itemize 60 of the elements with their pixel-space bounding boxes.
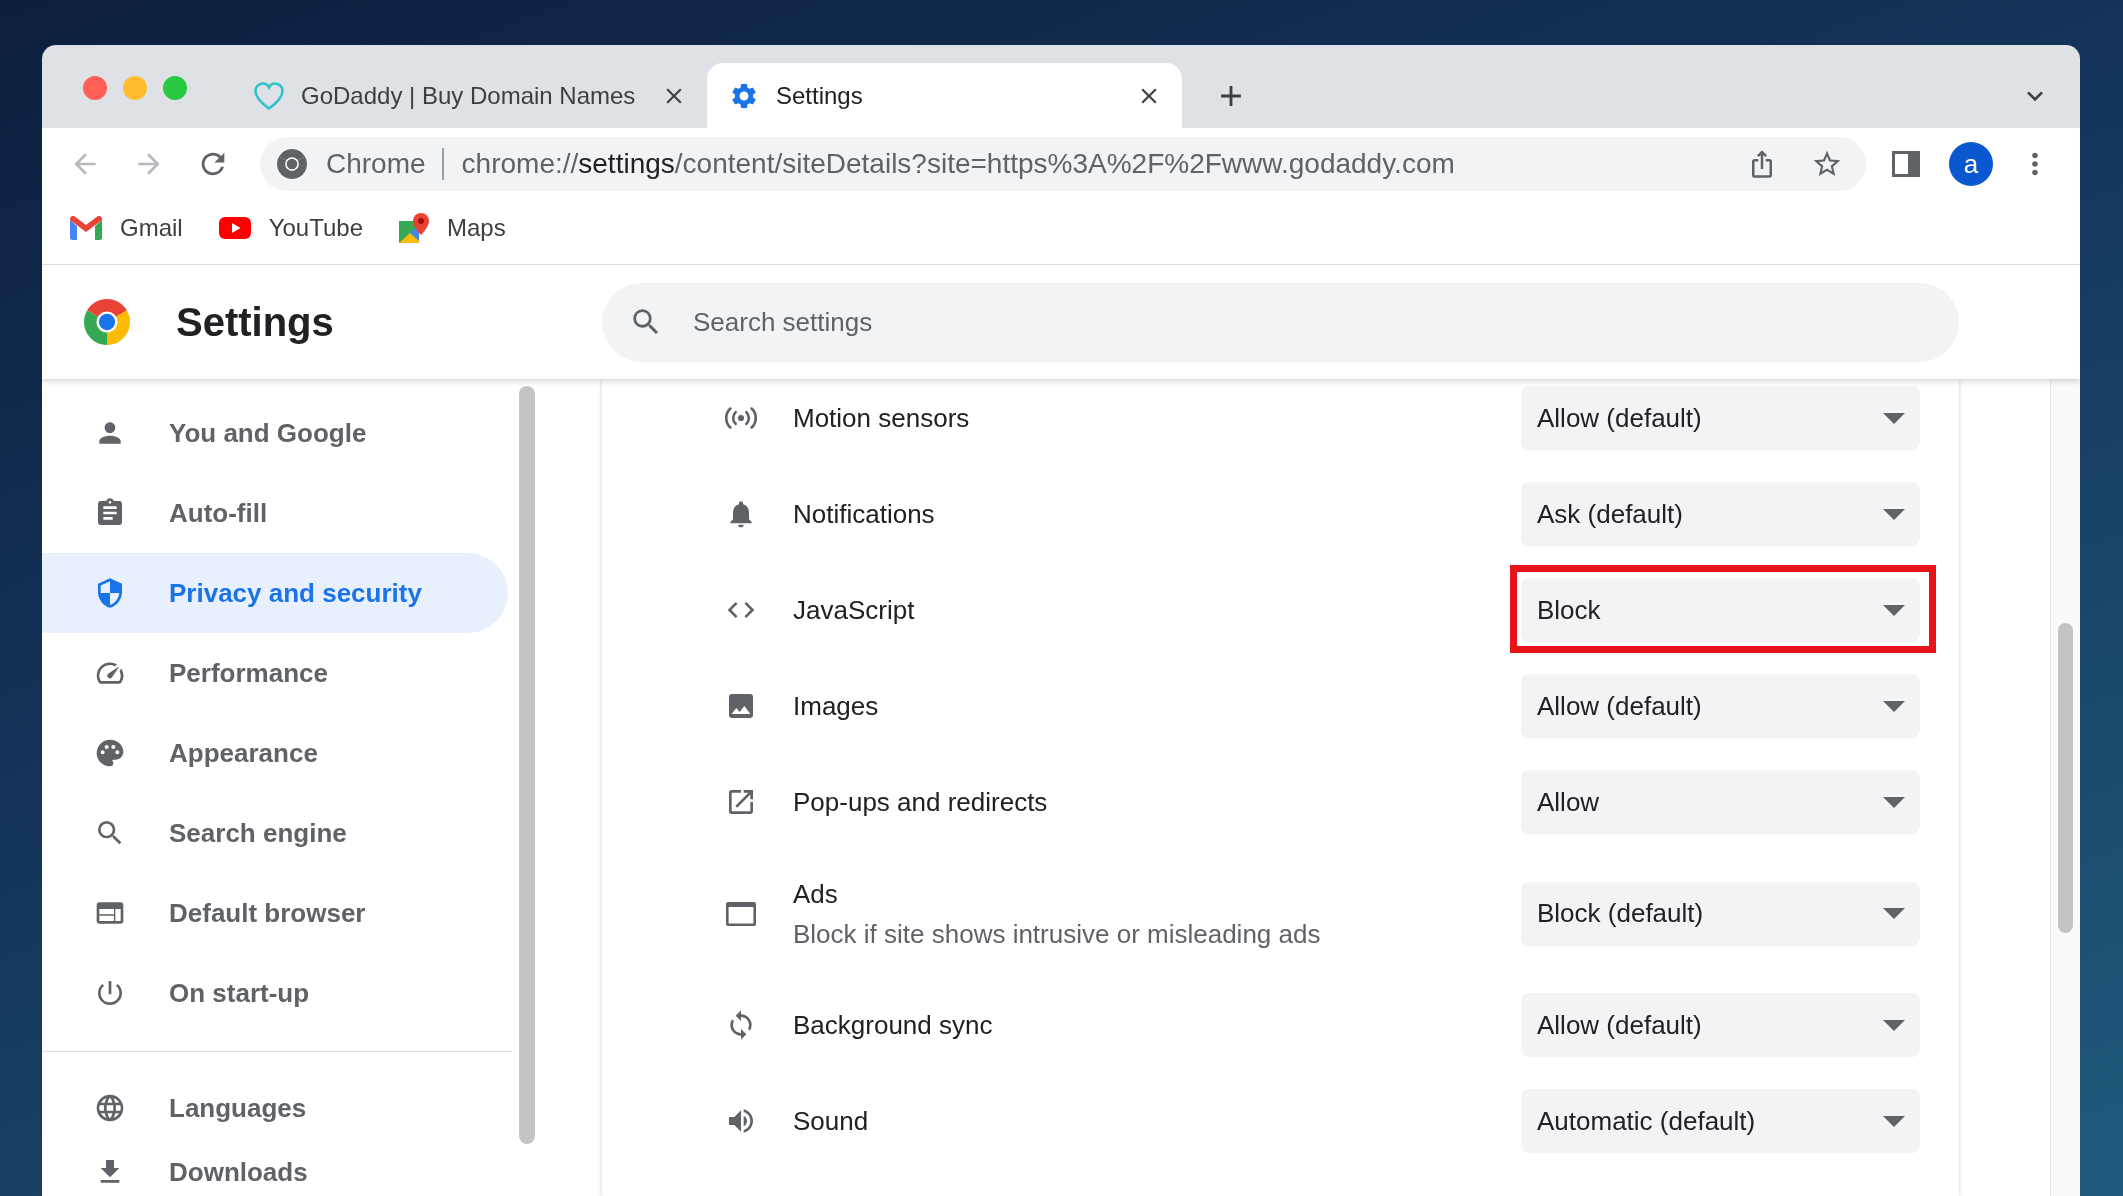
permission-dropdown[interactable]: Allow	[1521, 770, 1920, 834]
scrollbar-thumb[interactable]	[2058, 623, 2073, 933]
caret-down-icon	[1883, 1019, 1905, 1031]
setting-label: Notifications	[793, 499, 936, 529]
play-button-icon	[218, 217, 251, 239]
sidebar-item[interactable]: Default browser	[42, 873, 508, 953]
mail-icon	[70, 216, 102, 240]
window-frame-icon	[726, 901, 756, 926]
permission-dropdown[interactable]: Automatic (default)	[1521, 1089, 1920, 1153]
browser-logo-icon	[277, 149, 307, 179]
caret-down-icon	[1883, 1115, 1905, 1127]
sidebar-item[interactable]: Auto-fill	[42, 473, 508, 553]
setting-label: Images	[793, 691, 880, 721]
address-bar[interactable]: Chrome chrome://settings/content/siteDetails?site=https%3A%2F%2Fwww.godaddy.com	[260, 137, 1866, 191]
browser-tab[interactable]: Settings	[707, 63, 1182, 128]
sidebar-item[interactable]: Search engine	[42, 793, 508, 873]
sidebar-item[interactable]: You and Google	[42, 393, 508, 473]
sidebar-item[interactable]: Privacy and security	[42, 553, 508, 633]
sidebar-item[interactable]: Appearance	[42, 713, 508, 793]
browser-logo-icon	[84, 299, 130, 345]
browser-tab[interactable]: GoDaddy | Buy Domain Names	[232, 63, 707, 128]
side-panel-icon[interactable]	[1892, 151, 1920, 177]
caret-down-icon	[1883, 412, 1905, 424]
sidebar-item[interactable]: Performance	[42, 633, 508, 713]
sidebar-item[interactable]: Languages	[42, 1068, 508, 1148]
page-title: Settings	[176, 299, 334, 346]
caret-down-icon	[1883, 796, 1905, 808]
search-input[interactable]: Search settings	[693, 302, 1919, 342]
globe-icon	[94, 1092, 126, 1124]
url-text: chrome://settings/content/siteDetails?site=https%3A%2F%2Fwww.godaddy.com	[461, 147, 1455, 181]
search-bar[interactable]: Search settings	[602, 282, 1959, 362]
setting-description: Block if site shows intrusive or misleading ads	[793, 918, 1322, 949]
permission-dropdown[interactable]: Allow (default)	[1521, 674, 1920, 738]
setting-label: Background sync	[793, 1010, 994, 1040]
heart-outline-icon	[254, 80, 284, 111]
caret-down-icon	[1883, 908, 1905, 919]
setting-label: JavaScript	[793, 595, 916, 625]
setting-label: Motion sensors	[793, 403, 971, 433]
caret-down-icon	[1883, 508, 1905, 520]
palette-icon	[94, 737, 126, 769]
setting-label: Pop-ups and redirects	[793, 787, 1049, 817]
site-label: Chrome	[326, 147, 426, 181]
setting-label: Ads	[793, 878, 839, 909]
permission-dropdown[interactable]: Allow (default)	[1521, 386, 1920, 450]
signal-waves-icon	[725, 406, 757, 430]
bookmark-item[interactable]: YouTube	[218, 210, 363, 246]
permission-dropdown[interactable]: Ask (default)	[1521, 482, 1920, 546]
map-icon	[399, 213, 429, 243]
permission-dropdown[interactable]: Block (default)	[1521, 881, 1920, 946]
caret-down-icon	[1883, 604, 1905, 616]
sidebar-item[interactable]: Downloads	[42, 1148, 508, 1196]
bookmark-item[interactable]: Gmail	[70, 210, 183, 246]
permission-dropdown[interactable]: Allow (default)	[1521, 993, 1920, 1057]
profile-avatar[interactable]: a	[1949, 142, 1993, 186]
permission-dropdown[interactable]: Block	[1521, 578, 1920, 642]
scrollbar-thumb[interactable]	[519, 386, 535, 1144]
setting-label: Sound	[793, 1106, 870, 1136]
bookmark-item[interactable]: Maps	[399, 210, 506, 246]
caret-down-icon	[1883, 700, 1905, 712]
sidebar-item[interactable]: On start-up	[42, 953, 508, 1033]
